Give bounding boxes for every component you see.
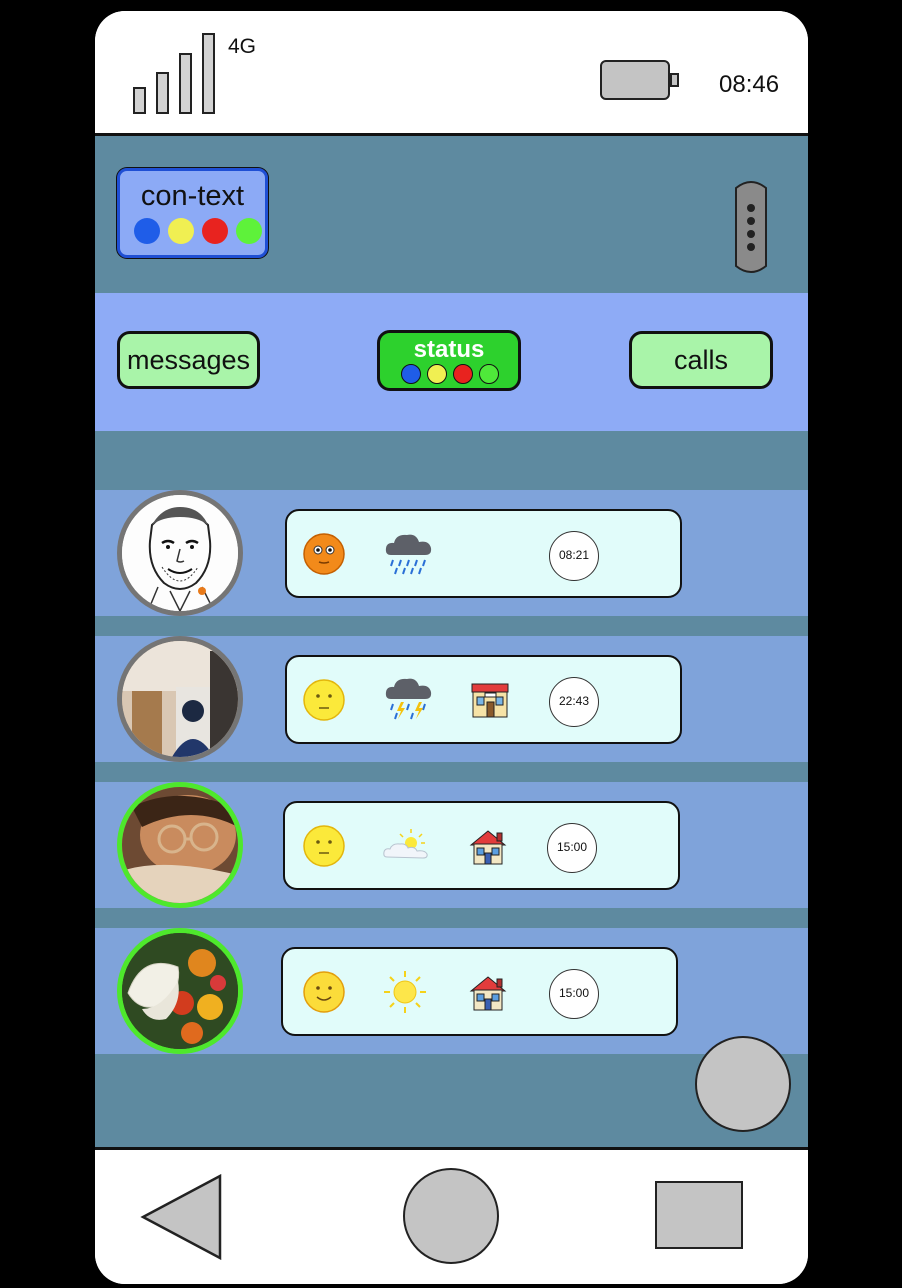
status-card[interactable]: 22:43 bbox=[285, 655, 682, 744]
rain-cloud-icon bbox=[385, 534, 432, 575]
status-card[interactable]: 15:00 bbox=[281, 947, 678, 1036]
tab-bar: messages status calls bbox=[95, 293, 808, 431]
home-circle-icon[interactable] bbox=[403, 1168, 499, 1264]
sketch-portrait-icon bbox=[122, 495, 238, 611]
house-icon bbox=[469, 830, 507, 865]
status-dots bbox=[401, 364, 499, 384]
signal-bars-icon bbox=[133, 33, 215, 114]
tab-calls[interactable]: calls bbox=[629, 331, 773, 389]
status-dot bbox=[453, 364, 473, 384]
status-dot bbox=[479, 364, 499, 384]
network-type: 4G bbox=[228, 35, 257, 58]
photo-person-icon bbox=[122, 641, 238, 757]
list-item[interactable]: 22:43 bbox=[95, 636, 808, 762]
recent-square-icon[interactable] bbox=[655, 1181, 743, 1249]
partly-cloudy-icon bbox=[383, 829, 428, 859]
logo-dots bbox=[134, 218, 262, 244]
thunderstorm-icon bbox=[385, 678, 432, 720]
avatar[interactable] bbox=[117, 782, 243, 908]
orange-face-icon bbox=[303, 533, 345, 575]
list-item[interactable]: 08:21 bbox=[95, 490, 808, 616]
status-time: 08:46 bbox=[719, 71, 780, 98]
back-triangle-icon[interactable] bbox=[140, 1174, 222, 1260]
floating-action-button[interactable] bbox=[695, 1036, 791, 1132]
neutral-face-icon bbox=[303, 825, 345, 867]
logo-text: con-text bbox=[140, 180, 245, 212]
tab-status[interactable]: status bbox=[377, 330, 521, 391]
battery-icon bbox=[600, 60, 679, 100]
neutral-face-icon bbox=[303, 679, 345, 721]
app-header: con-text bbox=[95, 136, 808, 293]
status-bar: 4G 08:46 bbox=[95, 11, 808, 136]
photo-child-icon bbox=[122, 787, 238, 903]
sun-icon bbox=[384, 971, 426, 1013]
status-dot bbox=[401, 364, 421, 384]
avatar[interactable] bbox=[117, 928, 243, 1054]
avatar[interactable] bbox=[117, 636, 243, 762]
logo-dot bbox=[168, 218, 194, 244]
logo-dot bbox=[134, 218, 160, 244]
list-item[interactable]: 15:00 bbox=[95, 782, 808, 908]
status-card[interactable]: 15:00 bbox=[283, 801, 680, 890]
tab-messages[interactable]: messages bbox=[117, 331, 260, 389]
logo-dot bbox=[202, 218, 228, 244]
avatar[interactable] bbox=[117, 490, 243, 616]
list-item[interactable]: 15:00 bbox=[95, 928, 808, 1054]
status-list: 08:21 22:43 15:00 15:00 bbox=[95, 431, 808, 1147]
status-dot bbox=[427, 364, 447, 384]
nav-bar bbox=[95, 1147, 808, 1284]
vertical-dots-icon[interactable] bbox=[732, 178, 770, 276]
shop-icon bbox=[471, 683, 509, 718]
time-badge: 15:00 bbox=[547, 823, 597, 873]
smiling-face-icon bbox=[303, 971, 345, 1013]
photo-butterfly-icon bbox=[122, 933, 238, 1049]
phone-frame: 4G 08:46 con-text messages status calls … bbox=[95, 11, 808, 1284]
time-badge: 15:00 bbox=[549, 969, 599, 1019]
logo-dot bbox=[236, 218, 262, 244]
tab-status-label: status bbox=[413, 336, 485, 363]
status-card[interactable]: 08:21 bbox=[285, 509, 682, 598]
time-badge: 22:43 bbox=[549, 677, 599, 727]
house-icon bbox=[469, 976, 507, 1011]
app-logo: con-text bbox=[117, 168, 268, 258]
time-badge: 08:21 bbox=[549, 531, 599, 581]
